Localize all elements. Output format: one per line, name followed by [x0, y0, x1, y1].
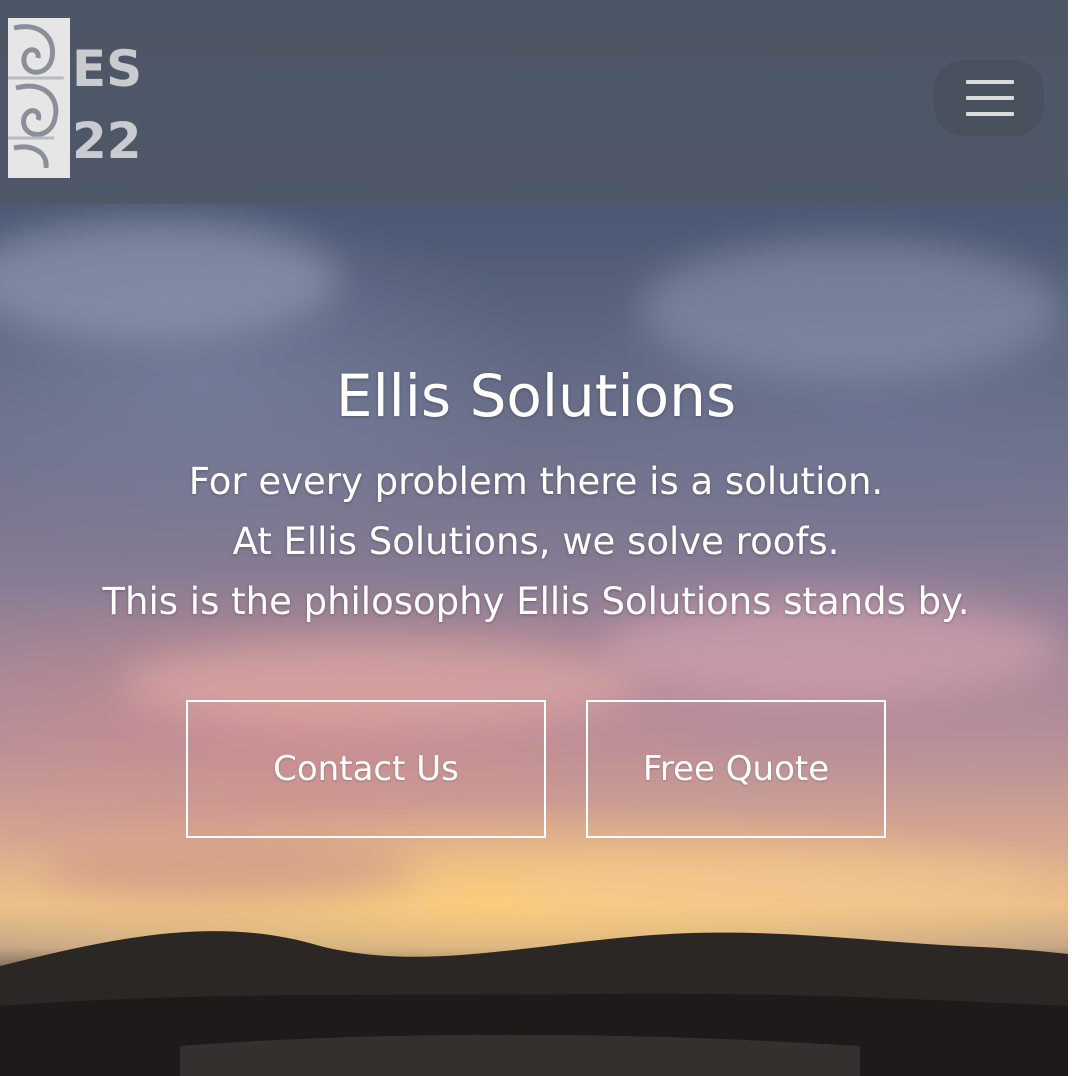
- svg-text:22: 22: [72, 112, 142, 170]
- tagline-line-3: This is the philosophy Ellis Solutions s…: [102, 580, 970, 623]
- hero-title: Ellis Solutions: [335, 362, 737, 430]
- tagline-line-1: For every problem there is a solution.: [188, 460, 884, 503]
- menu-button[interactable]: [934, 60, 1044, 136]
- svg-text:ES: ES: [72, 40, 142, 98]
- site-logo[interactable]: ES 22: [8, 18, 144, 178]
- site-header: ES 22: [0, 0, 1068, 204]
- logo-mark-icon: ES 22: [8, 18, 142, 178]
- hills-silhouette: [0, 931, 1068, 1076]
- contact-us-button[interactable]: Contact Us: [186, 700, 546, 838]
- tagline-line-2: At Ellis Solutions, we solve roofs.: [232, 520, 840, 563]
- free-quote-button[interactable]: Free Quote: [586, 700, 886, 838]
- page: ES 22 Ellis Solutions For every problem …: [0, 0, 1072, 1076]
